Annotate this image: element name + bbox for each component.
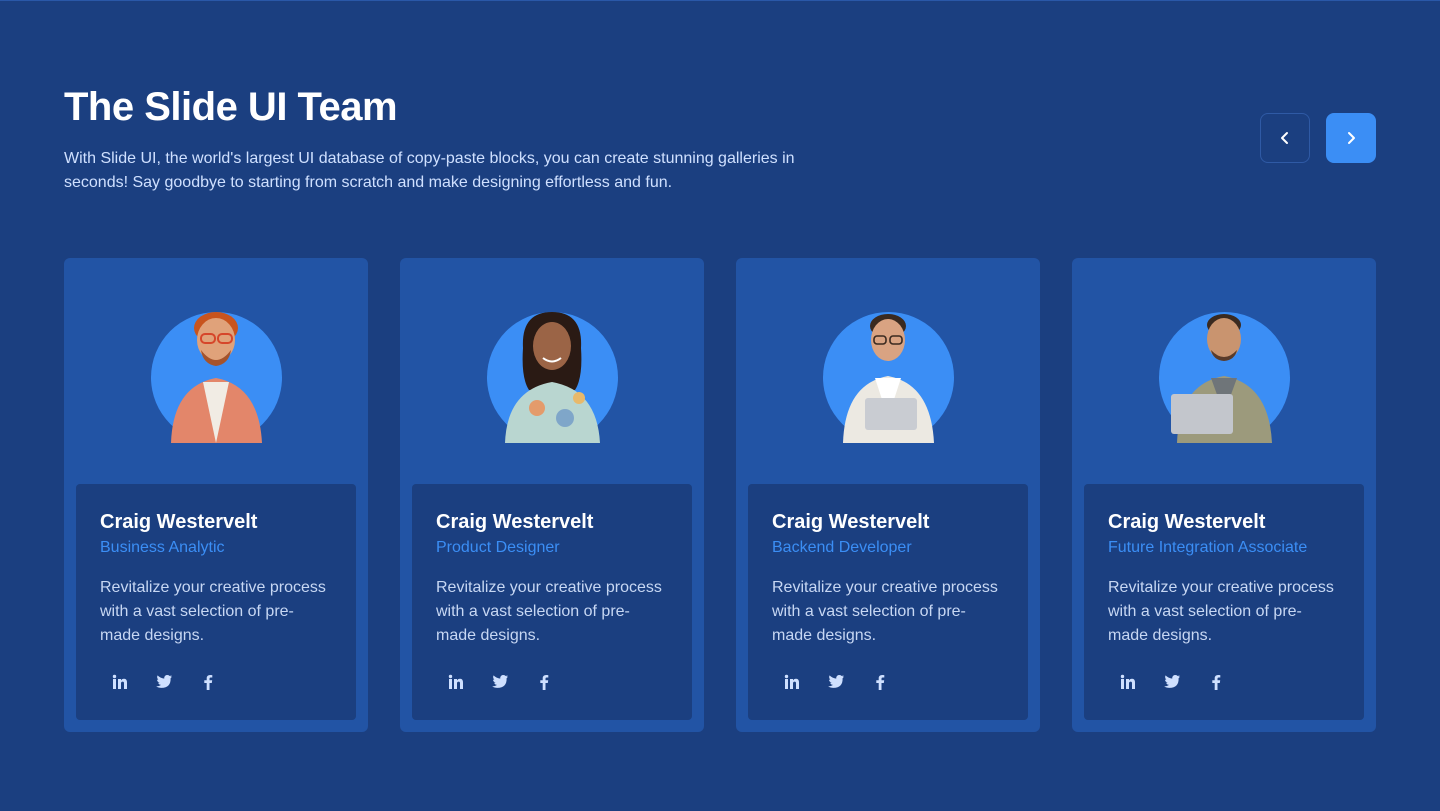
member-bio: Revitalize your creative process with a … bbox=[772, 579, 998, 644]
section-title: The Slide UI Team bbox=[64, 85, 398, 129]
avatar bbox=[1159, 312, 1290, 443]
person-photo bbox=[843, 314, 934, 443]
social-links bbox=[1108, 670, 1340, 694]
person-photo bbox=[505, 312, 600, 443]
twitter-icon[interactable] bbox=[152, 670, 176, 694]
linkedin-icon[interactable] bbox=[780, 670, 804, 694]
member-role: Future Integration Associate bbox=[1108, 539, 1308, 556]
social-links bbox=[772, 670, 1004, 694]
member-name: Craig Westervelt bbox=[100, 511, 258, 533]
facebook-icon[interactable] bbox=[196, 670, 220, 694]
card-info: Craig Westervelt Product Designer Revita… bbox=[412, 484, 692, 720]
member-name: Craig Westervelt bbox=[772, 511, 930, 533]
member-bio: Revitalize your creative process with a … bbox=[436, 579, 662, 644]
next-slide-button[interactable] bbox=[1326, 113, 1376, 163]
chevron-left-icon bbox=[1281, 132, 1288, 144]
member-name: Craig Westervelt bbox=[1108, 511, 1266, 533]
linkedin-icon[interactable] bbox=[108, 670, 132, 694]
card-info: Craig Westervelt Backend Developer Revit… bbox=[748, 484, 1028, 720]
team-cards: Craig Westervelt Business Analytic Revit… bbox=[64, 258, 1376, 732]
facebook-icon[interactable] bbox=[868, 670, 892, 694]
avatar bbox=[151, 312, 282, 443]
person-photo bbox=[1171, 314, 1272, 443]
twitter-icon[interactable] bbox=[488, 670, 512, 694]
card-info: Craig Westervelt Business Analytic Revit… bbox=[76, 484, 356, 720]
member-bio: Revitalize your creative process with a … bbox=[100, 579, 326, 644]
member-role: Business Analytic bbox=[100, 539, 225, 556]
twitter-icon[interactable] bbox=[824, 670, 848, 694]
member-bio: Revitalize your creative process with a … bbox=[1108, 579, 1334, 644]
team-card: Craig Westervelt Business Analytic Revit… bbox=[64, 258, 368, 732]
social-links bbox=[436, 670, 668, 694]
member-role: Backend Developer bbox=[772, 539, 912, 556]
carousel-nav bbox=[1260, 113, 1376, 163]
card-info: Craig Westervelt Future Integration Asso… bbox=[1084, 484, 1364, 720]
section-subtitle: With Slide UI, the world's largest UI da… bbox=[64, 150, 795, 191]
team-card: Craig Westervelt Backend Developer Revit… bbox=[736, 258, 1040, 732]
prev-slide-button[interactable] bbox=[1260, 113, 1310, 163]
linkedin-icon[interactable] bbox=[444, 670, 468, 694]
avatar bbox=[487, 312, 618, 443]
twitter-icon[interactable] bbox=[1160, 670, 1184, 694]
team-card: Craig Westervelt Future Integration Asso… bbox=[1072, 258, 1376, 732]
social-links bbox=[100, 670, 332, 694]
chevron-right-icon bbox=[1348, 132, 1355, 144]
team-card: Craig Westervelt Product Designer Revita… bbox=[400, 258, 704, 732]
team-section: The Slide UI Team With Slide UI, the wor… bbox=[0, 0, 1440, 811]
facebook-icon[interactable] bbox=[532, 670, 556, 694]
avatar bbox=[823, 312, 954, 443]
member-name: Craig Westervelt bbox=[436, 511, 594, 533]
facebook-icon[interactable] bbox=[1204, 670, 1228, 694]
linkedin-icon[interactable] bbox=[1116, 670, 1140, 694]
member-role: Product Designer bbox=[436, 539, 560, 556]
section-header: The Slide UI Team With Slide UI, the wor… bbox=[64, 83, 864, 195]
person-photo bbox=[171, 312, 262, 443]
